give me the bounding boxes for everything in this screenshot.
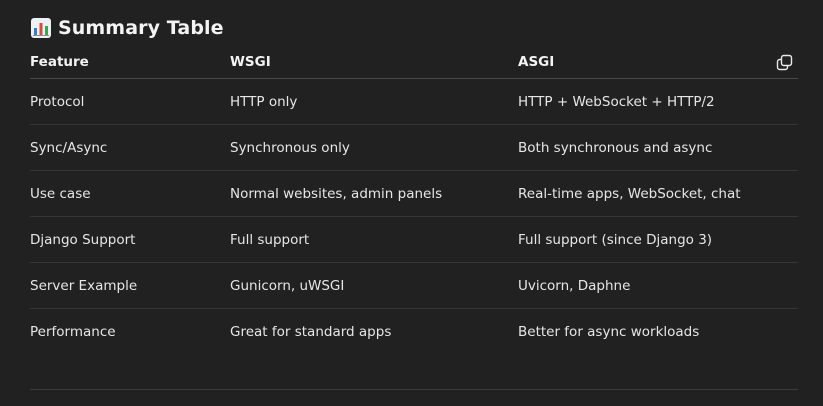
- cell-asgi: Full support (since Django 3): [518, 231, 713, 248]
- cell-wsgi: Gunicorn, uWSGI: [230, 277, 345, 294]
- cell-wsgi: Normal websites, admin panels: [230, 185, 443, 202]
- cell-feature: Use case: [30, 185, 91, 202]
- copy-table-button[interactable]: [774, 52, 794, 72]
- section-title: Summary Table: [58, 17, 224, 39]
- bar-chart-icon: [30, 17, 52, 39]
- cell-asgi: Both synchronous and async: [518, 139, 713, 156]
- table-row: Use case Normal websites, admin panels R…: [30, 171, 798, 217]
- cell-wsgi: Synchronous only: [230, 139, 350, 156]
- table-row: Sync/Async Synchronous only Both synchro…: [30, 125, 798, 171]
- cell-feature: Server Example: [30, 277, 138, 294]
- header-feature: Feature: [30, 54, 89, 70]
- table-row: Server Example Gunicorn, uWSGI Uvicorn, …: [30, 263, 798, 309]
- cell-wsgi: Great for standard apps: [230, 323, 392, 340]
- cell-feature: Protocol: [30, 93, 85, 110]
- cell-asgi: Real-time apps, WebSocket, chat: [518, 185, 741, 202]
- section-divider: [30, 389, 798, 390]
- copy-icon: [776, 54, 793, 71]
- table-row: Django Support Full support Full support…: [30, 217, 798, 263]
- table-row: Protocol HTTP only HTTP + WebSocket + HT…: [30, 79, 798, 125]
- cell-feature: Performance: [30, 323, 116, 340]
- cell-asgi: Uvicorn, Daphne: [518, 277, 631, 294]
- table-row: Performance Great for standard apps Bett…: [30, 309, 798, 354]
- section-heading: Summary Table: [30, 14, 224, 42]
- cell-asgi: HTTP + WebSocket + HTTP/2: [518, 93, 715, 110]
- header-asgi: ASGI: [518, 54, 555, 70]
- header-wsgi: WSGI: [230, 54, 271, 70]
- cell-feature: Sync/Async: [30, 139, 108, 156]
- table-header-row: Feature WSGI ASGI: [30, 46, 798, 79]
- summary-table: Feature WSGI ASGI Protocol HTTP only HTT…: [30, 46, 798, 354]
- cell-feature: Django Support: [30, 231, 136, 248]
- cell-wsgi: HTTP only: [230, 93, 298, 110]
- cell-asgi: Better for async workloads: [518, 323, 700, 340]
- cell-wsgi: Full support: [230, 231, 310, 248]
